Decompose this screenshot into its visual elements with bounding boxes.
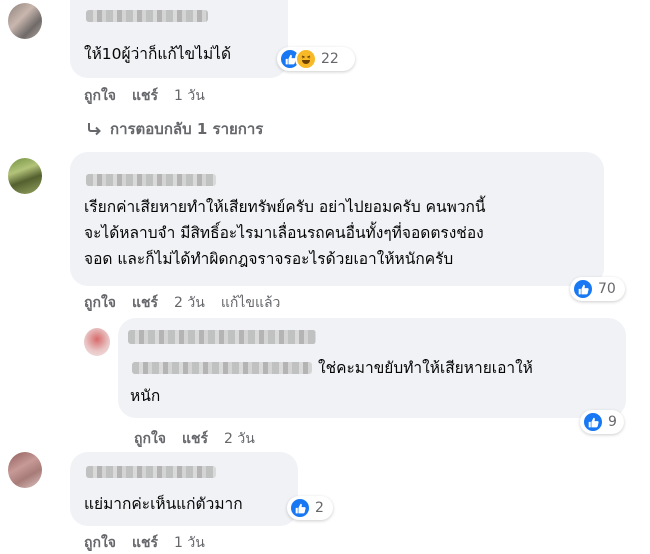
reaction-count: 22 <box>321 51 339 67</box>
commenter-name <box>132 362 312 374</box>
share-link[interactable]: แชร์ <box>132 85 158 107</box>
reaction-count: 70 <box>598 281 616 297</box>
timestamp[interactable]: 2 วัน <box>174 292 205 314</box>
comment-actions: ถูกใจ แชร์ 2 วัน แก้ไขแล้ว <box>84 292 296 314</box>
view-replies-link[interactable]: การตอบกลับ 1 รายการ <box>86 117 263 141</box>
reaction-count: 9 <box>608 414 617 430</box>
commenter-name[interactable] <box>86 466 216 478</box>
comment-bubble: เรียกค่าเสียหายทำให้เสียทรัพย์ครับ อย่าไ… <box>70 152 604 286</box>
comment-bubble: ให้10ผู้ว่าก็แก้ไขไม่ได้ <box>70 0 288 78</box>
commenter-name[interactable] <box>128 330 316 344</box>
like-reaction-icon <box>572 278 594 300</box>
like-reaction-icon <box>289 497 311 519</box>
avatar[interactable] <box>84 328 110 356</box>
comment-actions: ถูกใจ แชร์ 1 วัน <box>84 532 221 554</box>
reaction-summary[interactable]: 70 <box>570 277 625 301</box>
reaction-summary[interactable]: 22 <box>277 47 355 71</box>
reaction-summary[interactable]: 9 <box>580 410 624 434</box>
share-link[interactable]: แชร์ <box>182 428 208 450</box>
reaction-count: 2 <box>315 500 324 516</box>
avatar[interactable] <box>8 3 42 39</box>
comment-text: แย่มากค่ะเห็นแก่ตัวมาก <box>84 495 243 513</box>
like-reaction-icon <box>582 411 604 433</box>
share-link[interactable]: แชร์ <box>132 292 158 314</box>
commenter-name[interactable] <box>86 174 216 186</box>
timestamp[interactable]: 1 วัน <box>174 85 205 107</box>
like-link[interactable]: ถูกใจ <box>84 85 116 107</box>
like-link[interactable]: ถูกใจ <box>84 292 116 314</box>
view-replies-label: การตอบกลับ 1 รายการ <box>110 120 264 138</box>
reaction-summary[interactable]: 2 <box>287 496 333 520</box>
share-link[interactable]: แชร์ <box>132 532 158 554</box>
commenter-name[interactable] <box>86 10 208 22</box>
avatar[interactable] <box>8 452 42 488</box>
comment-text: เรียกค่าเสียหายทำให้เสียทรัพย์ครับ อย่าไ… <box>84 198 486 268</box>
comment-actions: ถูกใจ แชร์ 2 วัน <box>134 428 271 450</box>
comment-text: ใช่คะมาขยับทำให้เสียหายเอาให้ <box>318 359 533 377</box>
avatar[interactable] <box>8 158 42 194</box>
timestamp[interactable]: 2 วัน <box>224 428 255 450</box>
comment-text: หนัก <box>130 387 161 405</box>
edited-label[interactable]: แก้ไขแล้ว <box>221 292 281 314</box>
timestamp[interactable]: 1 วัน <box>174 532 205 554</box>
comment-text: ให้10ผู้ว่าก็แก้ไขไม่ได้ <box>84 45 232 63</box>
comment-bubble: ใช่คะมาขยับทำให้เสียหายเอาให้ หนัก <box>118 318 626 418</box>
like-link[interactable]: ถูกใจ <box>134 428 166 450</box>
reply-arrow-icon <box>88 123 101 136</box>
haha-reaction-icon <box>295 48 317 70</box>
comment-bubble: แย่มากค่ะเห็นแก่ตัวมาก <box>70 452 298 526</box>
like-link[interactable]: ถูกใจ <box>84 532 116 554</box>
comment-actions: ถูกใจ แชร์ 1 วัน <box>84 85 221 107</box>
